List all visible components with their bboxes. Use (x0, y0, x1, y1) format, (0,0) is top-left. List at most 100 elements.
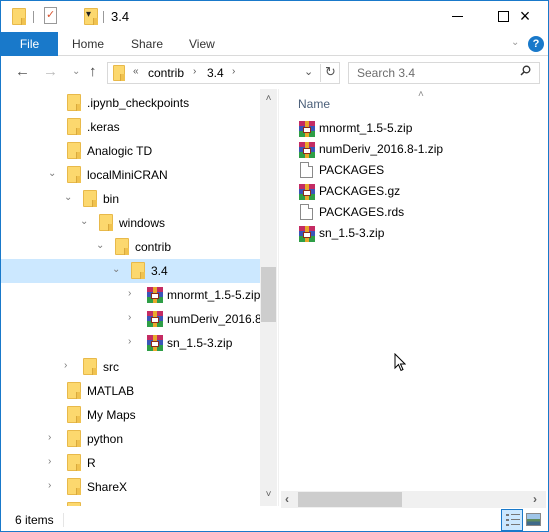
tree-item-label: mnormt_1.5-5.zip (167, 288, 260, 302)
properties-icon[interactable] (44, 7, 57, 24)
expand-ribbon-icon[interactable]: ⌄ (511, 37, 519, 48)
chevron-right-icon[interactable]: › (48, 432, 51, 443)
chevron-right-icon[interactable]: › (64, 360, 67, 371)
tree-vertical-scrollbar[interactable]: ˄ ˅ (260, 89, 277, 506)
folder-icon (67, 406, 81, 423)
file-name: sn_1.5-3.zip (319, 226, 385, 240)
pane-splitter[interactable] (278, 89, 279, 506)
large-icons-view-button[interactable] (526, 513, 541, 526)
file-list-item[interactable]: PACKAGES (297, 161, 537, 182)
minimize-button[interactable] (434, 1, 480, 32)
chevron-down-icon[interactable]: ⌄ (80, 216, 88, 227)
tab-file[interactable]: File (1, 32, 58, 56)
tree-item-label: contrib (135, 240, 172, 254)
chevron-down-icon[interactable]: ⌄ (48, 168, 56, 179)
tree-item-label: My Maps (87, 408, 136, 422)
tree-item[interactable]: ⌄ contrib (1, 235, 260, 259)
folder-icon (67, 430, 81, 447)
tree-item-label: .ipynb_checkpoints (87, 96, 190, 110)
navigation-pane[interactable]: .ipynb_checkpoints .keras Analogic TD ⌄ loca… (1, 89, 260, 506)
search-box[interactable]: Search 3.4 (348, 62, 540, 84)
help-icon[interactable]: ? (528, 36, 544, 52)
tree-item[interactable]: ⌄ windows (1, 211, 260, 235)
scroll-down-button[interactable]: ˅ (260, 489, 277, 506)
archive-icon (147, 287, 163, 303)
tree-item[interactable]: My Maps (1, 403, 260, 427)
breadcrumb-separator[interactable]: › (193, 66, 196, 77)
file-list-item[interactable]: numDeriv_2016.8-1.zip (297, 140, 537, 161)
column-header-name[interactable]: Name (298, 97, 330, 111)
scroll-right-button[interactable]: › (533, 492, 537, 506)
breadcrumb-contrib[interactable]: contrib (148, 66, 184, 80)
chevron-right-icon[interactable]: › (128, 288, 131, 299)
file-name: mnormt_1.5-5.zip (319, 121, 413, 135)
details-view-icon-line (506, 524, 520, 526)
tree-item[interactable]: MATLAB (1, 379, 260, 403)
tree-item[interactable]: › Visual Studio 2017 (1, 499, 260, 506)
tab-share[interactable]: Share (131, 37, 163, 51)
divider (33, 11, 34, 23)
chevron-right-icon[interactable]: › (128, 312, 131, 323)
tree-item-label: numDeriv_2016.8-1.zip (167, 312, 260, 326)
archive-icon (147, 335, 163, 351)
window-title: 3.4 (111, 9, 130, 24)
scroll-thumb[interactable] (261, 267, 276, 322)
tree-item[interactable]: › src (1, 355, 260, 379)
scroll-thumb[interactable] (298, 492, 402, 507)
sort-ascending-icon: ˄ (418, 89, 424, 100)
tree-item[interactable]: › R (1, 451, 260, 475)
tree-item[interactable]: › mnormt_1.5-5.zip (1, 283, 260, 307)
divider (63, 513, 64, 527)
folder-icon (67, 454, 81, 471)
file-list[interactable]: ˄ Name mnormt_1.5-5.zip numDeriv_2016.8-1… (283, 89, 548, 489)
up-button[interactable]: ↑ (89, 63, 97, 80)
file-name: PACKAGES.rds (319, 205, 405, 219)
tab-home[interactable]: Home (72, 37, 104, 51)
close-icon: × (519, 6, 531, 26)
file-list-item[interactable]: sn_1.5-3.zip (297, 224, 537, 245)
tree-item-label: Analogic TD (87, 144, 153, 158)
folder-icon (67, 166, 81, 183)
chevron-right-icon[interactable]: › (128, 336, 131, 347)
tree-item[interactable]: Analogic TD (1, 139, 260, 163)
tree-item[interactable]: ⌄ 3.4 (1, 259, 260, 283)
tree-item[interactable]: › ShareX (1, 475, 260, 499)
scroll-left-button[interactable]: ‹ (285, 492, 289, 506)
folder-icon (67, 502, 81, 506)
chevron-down-icon[interactable]: ⌄ (64, 192, 72, 203)
chevron-right-icon[interactable]: › (48, 480, 51, 491)
file-list-item[interactable]: mnormt_1.5-5.zip (297, 119, 537, 140)
tree-item[interactable]: › python (1, 427, 260, 451)
file-list-item[interactable]: PACKAGES.gz (297, 182, 537, 203)
address-dropdown-icon[interactable]: ⌄ (304, 65, 313, 78)
chevron-right-icon[interactable]: › (48, 504, 51, 506)
details-view-button[interactable] (501, 509, 523, 531)
tab-view[interactable]: View (189, 37, 215, 51)
search-placeholder: Search 3.4 (357, 66, 416, 80)
chevron-down-icon[interactable]: ⌄ (96, 240, 104, 251)
file-list-item[interactable]: PACKAGES.rds (297, 203, 537, 224)
tree-item[interactable]: › sn_1.5-3.zip (1, 331, 260, 355)
customize-quick-access-dropdown[interactable]: ▾ (86, 9, 91, 20)
address-overflow[interactable]: « (133, 66, 139, 77)
breadcrumb-separator[interactable]: › (232, 66, 235, 77)
chevron-right-icon[interactable]: › (48, 456, 51, 467)
forward-button[interactable]: → (43, 63, 58, 80)
breadcrumb-3-4[interactable]: 3.4 (207, 66, 224, 80)
tree-item[interactable]: ⌄ bin (1, 187, 260, 211)
search-icon[interactable] (520, 65, 531, 79)
chevron-down-icon[interactable]: ⌄ (112, 264, 120, 275)
scroll-up-button[interactable]: ˄ (260, 93, 277, 110)
file-list-horizontal-scrollbar[interactable]: ‹ › (281, 491, 546, 508)
tree-item[interactable]: .ipynb_checkpoints (1, 91, 260, 115)
close-button[interactable]: × (502, 1, 548, 32)
tree-item-label: sn_1.5-3.zip (167, 336, 233, 350)
tree-item-label: .keras (87, 120, 120, 134)
tree-item[interactable]: › numDeriv_2016.8-1.zip (1, 307, 260, 331)
tree-item[interactable]: .keras (1, 115, 260, 139)
back-button[interactable]: ← (15, 63, 30, 80)
recent-locations-button[interactable]: ⌄ (72, 66, 80, 77)
refresh-button[interactable]: ↻ (320, 64, 340, 82)
address-bar[interactable]: « contrib › 3.4 › ⌄ ↻ (107, 62, 340, 84)
tree-item[interactable]: ⌄ localMiniCRAN (1, 163, 260, 187)
